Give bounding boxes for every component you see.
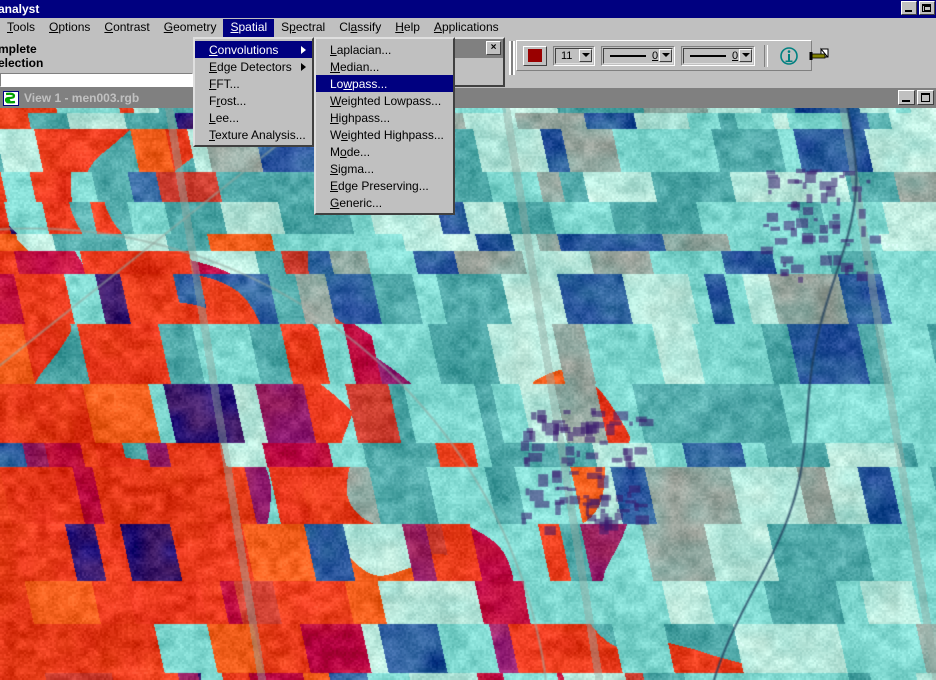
menu-item-median[interactable]: Median... [316,58,453,75]
view-window: View 1 - men003.rgb [0,88,936,680]
window-title: analyst [0,2,40,16]
chevron-down-icon [741,53,750,57]
chevron-down-icon [581,53,590,57]
color-swatch [528,49,542,62]
spatial-menu-popup: Convolutions Edge Detectors FFT... Frost… [193,37,314,147]
minimize-button[interactable] [901,1,917,15]
line-style-1-dropdown-button[interactable] [659,48,672,62]
menu-tools[interactable]: TToolsools [0,19,42,37]
left-panel-line-1: mplete [0,42,37,56]
left-panel-text-field[interactable] [0,73,193,87]
left-panel-line-2: election [0,56,44,70]
menu-spatial[interactable]: Spatial [223,18,275,37]
line-style-2-value: 0 [732,49,739,62]
line-style-2-dropdown-button[interactable] [739,48,752,62]
restore-button[interactable] [919,1,935,15]
submenu-arrow-icon [301,63,306,71]
color-picker-button[interactable] [523,45,547,66]
minimize-icon [902,100,910,102]
window-controls [901,1,935,15]
info-button[interactable] [777,45,801,67]
view-title-bar: View 1 - men003.rgb [0,88,936,108]
line-style-1-value: 0 [652,49,659,62]
toolbar-separator [764,44,768,67]
background-dialog-fragment: × [449,37,505,87]
measure-tool-button[interactable] [807,45,831,67]
line-style-combo-2[interactable]: 0 [681,45,755,66]
menu-item-edge-preserving[interactable]: Edge Preserving... [316,177,453,194]
menu-bar: TToolsools Options Contrast Geometry Spa… [0,18,936,37]
menu-spectral[interactable]: Spectral [274,19,332,37]
menu-classify[interactable]: Classify [332,19,388,37]
satellite-raster-image[interactable] [0,108,936,680]
line-sample-icon [610,54,646,57]
menu-item-lowpass[interactable]: Lowpass... [316,75,453,92]
left-control-panel: mplete election [0,37,193,88]
menu-item-mode[interactable]: Mode... [316,143,453,160]
chevron-down-icon [661,53,670,57]
drawing-toolbar: 11 0 0 [505,37,936,88]
restore-icon-front [924,5,931,11]
view-window-title: View 1 - men003.rgb [24,91,140,105]
view-minimize-button[interactable] [898,90,915,105]
view-window-controls [898,90,934,105]
measure-tool-icon [809,47,829,60]
menu-help[interactable]: Help [388,19,427,37]
line-style-combo-1[interactable]: 0 [601,45,675,66]
minimize-icon [905,10,912,12]
menu-item-highpass[interactable]: Highpass... [316,109,453,126]
menu-item-fft[interactable]: FFT... [195,75,312,92]
menu-options[interactable]: Options [42,19,97,37]
menu-applications[interactable]: Applications [427,19,506,37]
convolutions-submenu-popup: Laplacian... Median... Lowpass... Weight… [314,37,455,215]
menu-item-sigma[interactable]: Sigma... [316,160,453,177]
application-logo-icon [3,90,19,106]
symbol-size-value: 11 [561,49,573,62]
menu-item-frost[interactable]: Frost... [195,92,312,109]
line-sample-icon [690,54,726,57]
symbol-size-combo[interactable]: 11 [553,45,595,66]
toolbar-grip[interactable] [509,41,515,75]
view-maximize-button[interactable] [917,90,934,105]
menu-item-texture-analysis[interactable]: Texture Analysis... [195,126,312,143]
title-bar: analyst [0,0,936,18]
close-button[interactable]: × [486,41,501,55]
menu-item-generic[interactable]: Generic... [316,194,453,211]
info-icon [780,46,798,65]
menu-geometry[interactable]: Geometry [157,19,224,37]
menu-item-convolutions[interactable]: Convolutions [195,41,312,58]
symbol-size-dropdown-button[interactable] [579,48,592,62]
submenu-arrow-icon [301,46,306,54]
maximize-icon [921,93,930,102]
raster-canvas-container[interactable] [0,108,936,680]
menu-item-lee[interactable]: Lee... [195,109,312,126]
menu-contrast[interactable]: Contrast [97,19,156,37]
menu-item-weighted-highpass[interactable]: Weighted Highpass... [316,126,453,143]
application-window: analyst TToolsools Options Contrast Geom… [0,0,936,680]
menu-item-weighted-lowpass[interactable]: Weighted Lowpass... [316,92,453,109]
toolbar-panel: 11 0 0 [516,40,829,71]
toolbar-row: 11 0 0 [517,41,831,70]
menu-item-edge-detectors[interactable]: Edge Detectors [195,58,312,75]
menu-item-laplacian[interactable]: Laplacian... [316,41,453,58]
